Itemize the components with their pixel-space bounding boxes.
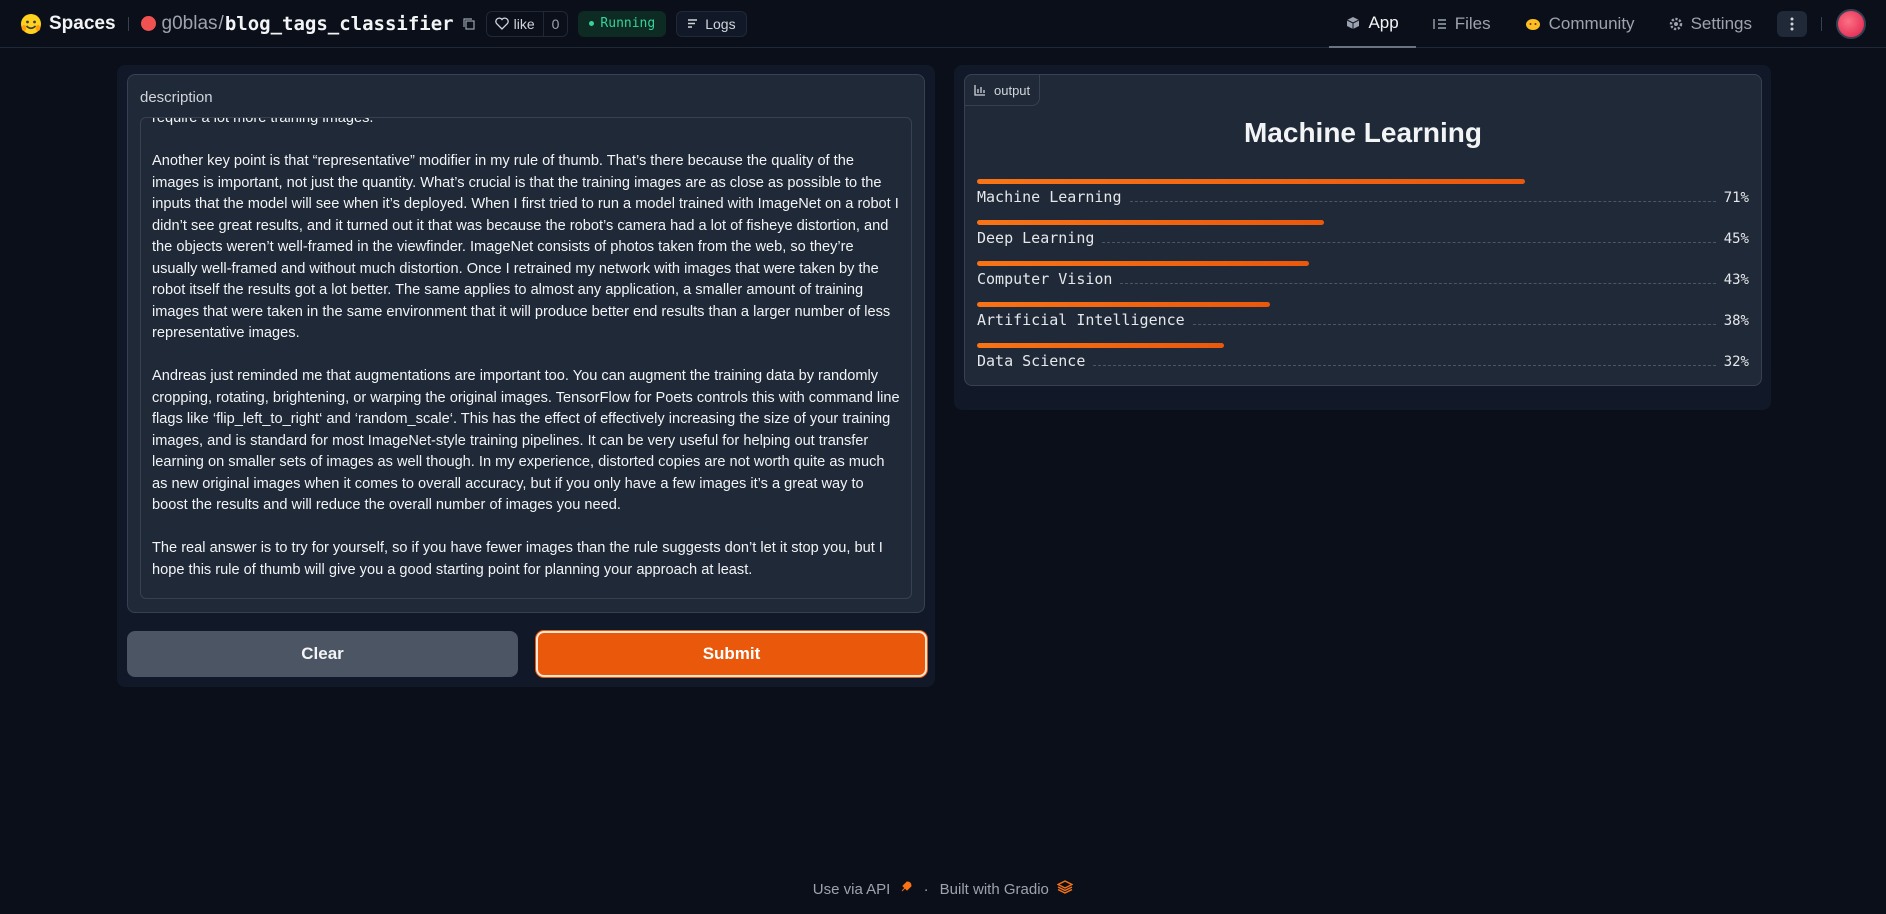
confidence-bar xyxy=(977,261,1309,266)
tab-app-label: App xyxy=(1368,13,1399,32)
like-count[interactable]: 0 xyxy=(542,11,568,36)
submit-button[interactable]: Submit xyxy=(536,631,927,677)
space-owner-link[interactable]: g0blas xyxy=(162,13,218,35)
spaces-brand[interactable]: Spaces xyxy=(20,13,116,35)
confidence-leader-line xyxy=(1102,242,1716,243)
cube-icon xyxy=(1347,17,1360,29)
divider xyxy=(127,16,129,31)
built-with-label: Built with Gradio xyxy=(939,881,1049,898)
tab-files[interactable]: Files xyxy=(1416,0,1508,48)
community-icon xyxy=(1525,19,1540,30)
use-via-api-link[interactable]: Use via API xyxy=(813,880,913,898)
path-separator: / xyxy=(218,12,224,34)
status-label: Running xyxy=(600,16,656,31)
tab-app[interactable]: App xyxy=(1329,0,1416,48)
brand-label: Spaces xyxy=(49,12,116,34)
logs-button[interactable]: Logs xyxy=(676,10,747,37)
space-avatar xyxy=(140,16,156,31)
confidence-leader-line xyxy=(1120,283,1716,284)
confidence-label: Data Science xyxy=(977,352,1086,370)
like-label: like xyxy=(513,15,535,32)
logs-label: Logs xyxy=(705,15,736,32)
user-avatar[interactable] xyxy=(1836,9,1866,39)
confidence-text: Deep Learning 45% xyxy=(977,229,1749,247)
description-label: description xyxy=(140,89,213,106)
confidence-percent: 71% xyxy=(1723,190,1749,206)
confidence-percent: 43% xyxy=(1723,272,1749,288)
top-bar: Spaces g0blas / blog_tags_classifier lik… xyxy=(0,0,1886,48)
confidence-list: Machine Learning 71% Deep Learning 45% Compu… xyxy=(977,179,1749,384)
more-vertical-icon xyxy=(1790,17,1794,31)
confidence-leader-line xyxy=(1129,201,1716,202)
confidence-row: Machine Learning 71% xyxy=(977,179,1749,220)
like-button[interactable]: like 0 xyxy=(485,10,569,37)
clear-button[interactable]: Clear xyxy=(127,631,518,677)
confidence-row: Artificial Intelligence 38% xyxy=(977,302,1749,343)
confidence-percent: 45% xyxy=(1723,231,1749,247)
output-label: output xyxy=(994,82,1031,98)
description-paragraph: Andreas just reminded me that augmentati… xyxy=(152,368,900,513)
description-paragraph: The real answer is to try for yourself, … xyxy=(152,540,883,578)
tab-files-label: Files xyxy=(1454,14,1491,33)
tab-community-label: Community xyxy=(1548,14,1635,33)
space-nav: App Files Community Settings xyxy=(1329,0,1886,48)
confidence-text: Data Science 32% xyxy=(977,352,1749,370)
heart-icon xyxy=(494,17,509,30)
bar-chart-icon xyxy=(974,85,985,96)
copy-icon[interactable] xyxy=(462,17,476,31)
confidence-label: Computer Vision xyxy=(977,270,1113,288)
confidence-row: Deep Learning 45% xyxy=(977,220,1749,261)
more-options-button[interactable] xyxy=(1777,11,1807,37)
confidence-text: Machine Learning 71% xyxy=(977,188,1749,206)
tab-settings[interactable]: Settings xyxy=(1652,0,1769,48)
confidence-leader-line xyxy=(1192,324,1716,325)
description-block: description require a lot more training … xyxy=(127,74,925,613)
predicted-label: Machine Learning xyxy=(1243,117,1483,148)
output-block: output Machine Learning Machine Learning… xyxy=(964,74,1762,386)
confidence-bar xyxy=(977,302,1271,307)
use-via-api-label: Use via API xyxy=(812,881,891,898)
confidence-percent: 38% xyxy=(1723,313,1749,329)
status-dot-icon xyxy=(589,21,595,26)
description-text: require a lot more training images. Anot… xyxy=(152,117,901,598)
confidence-bar xyxy=(977,179,1526,184)
built-with-gradio-link[interactable]: Built with Gradio xyxy=(940,880,1074,898)
confidence-label: Machine Learning xyxy=(977,188,1122,206)
confidence-bar xyxy=(977,343,1225,348)
confidence-text: Artificial Intelligence 38% xyxy=(977,311,1749,329)
status-badge[interactable]: Running xyxy=(578,10,667,37)
tab-community[interactable]: Community xyxy=(1508,0,1652,48)
confidence-percent: 32% xyxy=(1723,354,1749,370)
gradio-logo-icon xyxy=(1056,880,1074,894)
confidence-text: Computer Vision 43% xyxy=(977,270,1749,288)
gear-icon xyxy=(1669,17,1682,31)
confidence-leader-line xyxy=(1093,365,1716,366)
rocket-icon xyxy=(901,881,912,892)
logs-icon xyxy=(688,19,698,28)
input-panel: description require a lot more training … xyxy=(117,65,935,687)
confidence-row: Data Science 32% xyxy=(977,343,1749,384)
divider xyxy=(1821,17,1822,31)
description-textarea[interactable]: require a lot more training images. Anot… xyxy=(140,117,912,599)
hugging-face-logo-icon xyxy=(21,13,41,34)
output-label-tag: output xyxy=(964,74,1041,106)
confidence-bar xyxy=(977,220,1325,225)
confidence-label: Deep Learning xyxy=(977,229,1095,247)
space-name-link[interactable]: blog_tags_classifier xyxy=(225,13,454,35)
output-panel: output Machine Learning Machine Learning… xyxy=(954,65,1771,410)
files-icon xyxy=(1432,19,1446,29)
confidence-label: Artificial Intelligence xyxy=(977,311,1185,329)
description-paragraph: Another key point is that “representativ… xyxy=(152,153,899,341)
description-paragraph: require a lot more training images. xyxy=(152,117,374,126)
confidence-row: Computer Vision 43% xyxy=(977,261,1749,302)
tab-settings-label: Settings xyxy=(1690,14,1752,33)
footer: Use via API · Built with Gradio xyxy=(0,880,1886,898)
footer-separator: · xyxy=(923,880,929,898)
